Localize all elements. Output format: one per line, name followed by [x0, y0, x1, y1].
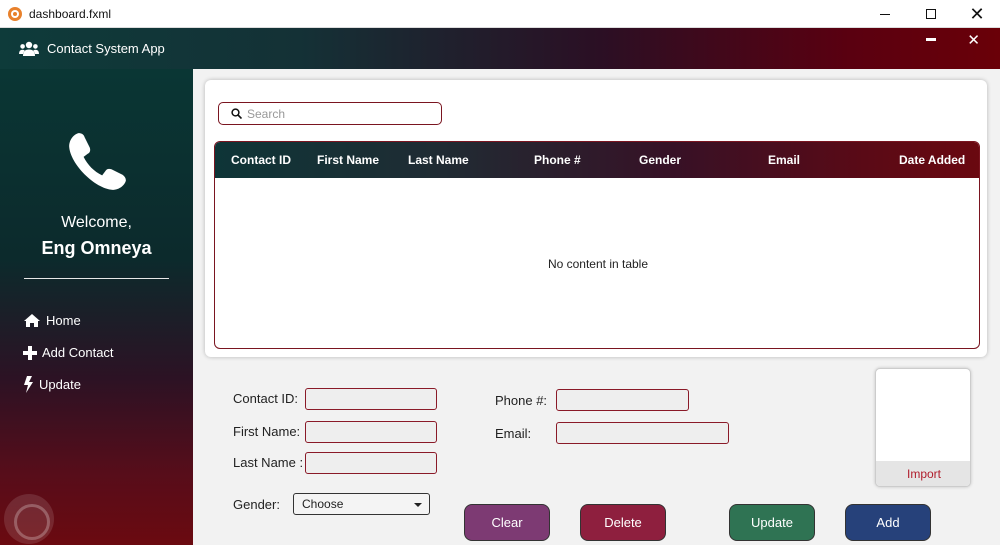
contact-id-label: Contact ID:	[233, 391, 299, 406]
delete-button[interactable]: Delete	[580, 504, 666, 541]
last-name-label: Last Name :	[233, 455, 304, 470]
phone-icon	[69, 133, 126, 190]
app-minimize-button[interactable]	[926, 38, 936, 41]
column-header-contact-id[interactable]: Contact ID	[231, 142, 291, 178]
sidebar-item-home[interactable]: Home	[23, 313, 81, 328]
sidebar-divider	[24, 278, 169, 279]
sidebar-item-label: Home	[46, 313, 81, 328]
search-box[interactable]	[218, 102, 442, 125]
contact-image-box: Import	[875, 368, 971, 487]
contact-id-field[interactable]	[305, 388, 437, 410]
first-name-field[interactable]	[305, 421, 437, 443]
bolt-icon	[24, 376, 33, 393]
sidebar-item-label: Add Contact	[42, 345, 114, 360]
app-icon	[8, 6, 22, 21]
gender-select[interactable]: Choose	[293, 493, 430, 515]
column-header-phone[interactable]: Phone #	[534, 142, 581, 178]
chevron-down-icon	[414, 503, 422, 507]
sidebar-item-label: Update	[39, 377, 81, 392]
phone-label: Phone #:	[495, 393, 548, 408]
window-titlebar: dashboard.fxml ✕	[0, 0, 1000, 28]
column-header-gender[interactable]: Gender	[639, 142, 681, 178]
window-maximize-button[interactable]	[908, 0, 954, 28]
update-button[interactable]: Update	[729, 504, 815, 541]
contact-form: Contact ID: First Name: Last Name : Phon…	[205, 361, 987, 545]
last-name-field[interactable]	[305, 452, 437, 474]
app-header: Contact System App ✕	[0, 28, 1000, 69]
column-header-first-name[interactable]: First Name	[317, 142, 379, 178]
gender-label: Gender:	[233, 497, 280, 512]
column-header-last-name[interactable]: Last Name	[408, 142, 469, 178]
contacts-table[interactable]: Contact ID First Name Last Name Phone # …	[214, 141, 980, 349]
window-title: dashboard.fxml	[29, 6, 112, 21]
gender-selected-value: Choose	[302, 497, 344, 511]
maximize-icon	[926, 9, 936, 19]
window-close-button[interactable]: ✕	[954, 0, 1000, 28]
home-icon	[24, 314, 40, 327]
username-text: Eng Omneya	[41, 238, 152, 258]
main-content: Contact ID First Name Last Name Phone # …	[193, 69, 1000, 545]
first-name-label: First Name:	[233, 424, 301, 439]
table-empty-placeholder: No content in table	[547, 257, 649, 271]
add-button[interactable]: Add	[845, 504, 931, 541]
app-close-button[interactable]: ✕	[967, 31, 980, 49]
minimize-icon	[880, 13, 890, 15]
users-icon	[19, 41, 39, 56]
window-minimize-button[interactable]	[862, 0, 908, 28]
email-label: Email:	[495, 426, 532, 441]
sidebar: Welcome, Eng Omneya Home Add Contact Upd…	[0, 69, 193, 545]
table-panel: Contact ID First Name Last Name Phone # …	[205, 80, 987, 357]
column-header-date-added[interactable]: Date Added	[899, 142, 965, 178]
sidebar-item-add-contact[interactable]: Add Contact	[23, 345, 114, 360]
phone-field[interactable]	[556, 389, 689, 411]
app-title: Contact System App	[47, 41, 165, 56]
welcome-text: Welcome,	[61, 214, 132, 231]
search-icon	[231, 108, 242, 119]
table-header: Contact ID First Name Last Name Phone # …	[215, 142, 979, 178]
column-header-email[interactable]: Email	[768, 142, 800, 178]
import-image-button[interactable]: Import	[876, 461, 970, 486]
email-field[interactable]	[556, 422, 729, 444]
window-controls: ✕	[862, 0, 1000, 28]
plus-icon	[23, 345, 37, 360]
search-input[interactable]	[247, 106, 427, 121]
brand-logo	[4, 494, 54, 544]
clear-button[interactable]: Clear	[464, 504, 550, 541]
sidebar-item-update[interactable]: Update	[23, 376, 81, 393]
